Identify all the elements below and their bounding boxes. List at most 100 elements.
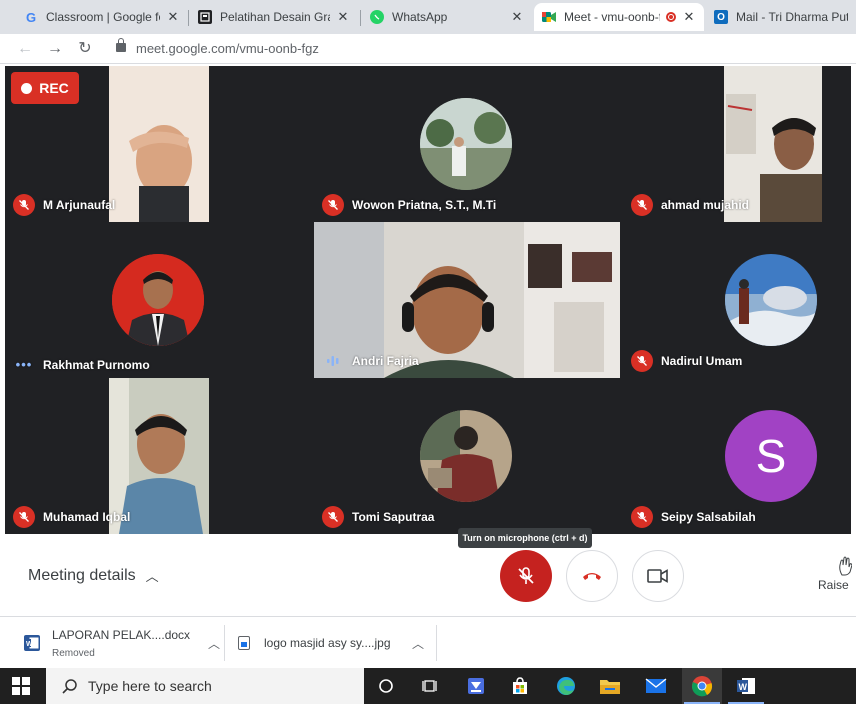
download-filename: logo masjid asy sy....jpg xyxy=(264,636,391,650)
browser-tab-strip: G Classroom | Google for ✕ Pelatihan Des… xyxy=(0,0,856,34)
shelf-divider xyxy=(224,625,225,661)
search-icon xyxy=(62,679,77,694)
lock-icon[interactable] xyxy=(116,38,126,52)
search-placeholder: Type here to search xyxy=(88,678,212,694)
mic-off-icon xyxy=(13,506,35,528)
participant-name: ahmad mujahid xyxy=(661,198,750,212)
close-tab-icon[interactable]: ✕ xyxy=(336,9,350,25)
participant-tile[interactable]: Tomi Saputraa xyxy=(314,378,620,534)
meet-video-grid: REC M Arjunaufal Wowon Priatna, S.T., M.… xyxy=(5,66,851,534)
mic-off-icon xyxy=(631,506,653,528)
meeting-details-button[interactable]: Meeting details ︿ xyxy=(28,566,159,585)
chevron-up-icon[interactable]: ︿ xyxy=(412,635,424,652)
svg-text:W: W xyxy=(739,682,748,692)
participant-name: Muhamad Iqbal xyxy=(43,510,131,524)
tab-divider xyxy=(360,10,361,26)
windows-start-icon[interactable] xyxy=(12,677,30,695)
meet-favicon-icon xyxy=(542,10,556,24)
tab-mail[interactable]: O Mail - Tri Dharma Putra xyxy=(706,3,856,31)
camera-icon xyxy=(647,569,668,583)
rec-label: REC xyxy=(39,80,69,96)
download-item[interactable]: logo masjid asy sy....jpg ︿ xyxy=(238,617,424,669)
recording-indicator-icon xyxy=(666,12,676,22)
edge-browser-icon[interactable] xyxy=(554,674,578,698)
store-app-icon[interactable] xyxy=(508,674,532,698)
forward-arrow-icon[interactable]: → xyxy=(44,39,66,59)
participant-tile-active-speaker[interactable]: Andri Fajria xyxy=(314,222,620,378)
participant-video xyxy=(109,66,209,222)
photos-app-icon[interactable] xyxy=(464,674,488,698)
reload-icon[interactable]: ↻ xyxy=(74,39,96,59)
participant-name-row: ••• Rakhmat Purnomo xyxy=(13,357,150,372)
mic-off-icon xyxy=(631,194,653,216)
outlook-favicon-icon: O xyxy=(714,10,728,24)
participant-tile[interactable]: REC M Arjunaufal xyxy=(5,66,311,222)
participant-name: M Arjunaufal xyxy=(43,198,116,212)
participant-name-row: ahmad mujahid xyxy=(631,194,749,216)
file-explorer-icon[interactable] xyxy=(598,674,622,698)
participant-tile[interactable]: S Seipy Salsabilah xyxy=(623,378,851,534)
close-tab-icon[interactable]: ✕ xyxy=(682,9,696,25)
participant-name: Seipy Salsabilah xyxy=(661,510,756,524)
mic-off-icon xyxy=(322,506,344,528)
participant-name: Tomi Saputraa xyxy=(352,510,435,524)
tab-title: Pelatihan Desain Grafis xyxy=(220,10,330,24)
participant-name: Andri Fajria xyxy=(352,354,419,368)
tab-divider xyxy=(188,10,189,26)
mic-off-icon xyxy=(631,350,653,372)
participant-tile[interactable]: Wowon Priatna, S.T., M.Ti xyxy=(314,66,620,222)
participant-avatar xyxy=(420,410,512,502)
tab-classroom[interactable]: G Classroom | Google for ✕ xyxy=(16,3,188,31)
tab-meet[interactable]: Meet - vmu-oonb-f ✕ xyxy=(534,3,704,31)
windows-taskbar: Type here to search W xyxy=(0,668,856,704)
mail-app-icon[interactable] xyxy=(644,674,668,698)
chevron-up-icon: ︿ xyxy=(145,569,159,584)
record-dot-icon xyxy=(21,82,33,94)
back-arrow-icon[interactable]: ← xyxy=(14,39,36,59)
image-file-icon xyxy=(238,636,250,650)
participant-tile[interactable]: ahmad mujahid xyxy=(623,66,851,222)
download-filename: LAPORAN PELAK....docx xyxy=(52,627,191,642)
participant-tile[interactable]: ••• Rakhmat Purnomo xyxy=(5,222,311,378)
tab-title: WhatsApp xyxy=(392,10,448,24)
task-view-icon[interactable] xyxy=(418,674,442,698)
close-tab-icon[interactable]: ✕ xyxy=(510,9,524,25)
participant-name: Nadirul Umam xyxy=(661,354,743,368)
svg-text:W: W xyxy=(26,641,33,648)
participant-name-row: Muhamad Iqbal xyxy=(13,506,130,528)
mic-off-icon xyxy=(518,567,534,584)
hang-up-icon xyxy=(583,573,601,580)
close-tab-icon[interactable]: ✕ xyxy=(166,9,180,25)
participant-name-row: M Arjunaufal xyxy=(13,194,115,216)
microphone-toggle-button[interactable] xyxy=(500,550,552,602)
participant-tile[interactable]: Nadirul Umam xyxy=(623,222,851,378)
tab-title: Classroom | Google for xyxy=(46,10,160,24)
taskbar-search-box[interactable]: Type here to search xyxy=(46,668,364,704)
participant-name-row: Andri Fajria xyxy=(322,350,419,372)
camera-toggle-button[interactable] xyxy=(632,550,684,602)
meeting-details-label: Meeting details xyxy=(28,566,136,584)
chrome-browser-icon[interactable] xyxy=(690,674,714,698)
chevron-up-icon[interactable]: ︿ xyxy=(208,635,220,652)
download-item[interactable]: W LAPORAN PELAK....docx Removed ︿ xyxy=(24,617,220,669)
tab-whatsapp[interactable]: WhatsApp ✕ xyxy=(362,3,532,31)
word-app-icon[interactable]: W xyxy=(734,674,758,698)
participant-avatar xyxy=(725,254,817,346)
raise-hand-label[interactable]: Raise xyxy=(818,578,849,592)
browser-toolbar: ← → ↻ meet.google.com/vmu-oonb-fgz xyxy=(0,34,856,64)
mic-tooltip: Turn on microphone (ctrl + d) xyxy=(458,528,592,548)
participant-tile[interactable]: Muhamad Iqbal xyxy=(5,378,311,534)
download-status: Removed xyxy=(52,647,95,659)
download-shelf: W LAPORAN PELAK....docx Removed ︿ logo m… xyxy=(0,616,856,668)
leave-call-button[interactable] xyxy=(566,550,618,602)
tab-title: Mail - Tri Dharma Putra xyxy=(736,10,848,24)
participant-name-row: Tomi Saputraa xyxy=(322,506,434,528)
address-bar-url[interactable]: meet.google.com/vmu-oonb-fgz xyxy=(136,41,319,56)
participant-avatar xyxy=(420,98,512,190)
tab-pelatihan[interactable]: Pelatihan Desain Grafis ✕ xyxy=(190,3,358,31)
document-favicon-icon xyxy=(198,10,212,24)
cortana-icon[interactable] xyxy=(374,674,398,698)
recording-badge: REC xyxy=(11,72,79,104)
participant-name: Wowon Priatna, S.T., M.Ti xyxy=(352,198,497,212)
shelf-divider xyxy=(436,625,437,661)
